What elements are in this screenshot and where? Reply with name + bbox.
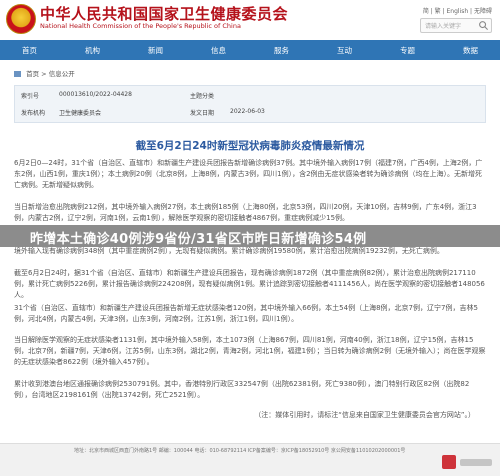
meta-index-value: 000013610/2022-04428	[59, 91, 132, 98]
national-emblem-icon	[6, 4, 36, 34]
meta-category-label: 主题分类	[190, 93, 215, 100]
article-paragraph-1: 6月2日0—24时，31个省（自治区、直辖市）和新疆生产建设兵团报告新增确诊病例…	[14, 159, 483, 189]
search-placeholder: 请输入关键字	[425, 23, 462, 30]
meta-date-value: 2022-06-03	[230, 108, 265, 115]
article-paragraph-2: 当日新增治愈出院病例212例，其中境外输入病例27例，本土病例185例（上海80…	[14, 203, 477, 222]
site-header: 中华人民共和国国家卫生健康委员会 National Health Commiss…	[0, 0, 500, 40]
nav-item-home[interactable]: 首页	[22, 45, 37, 56]
meta-publisher-label: 发布机构	[21, 110, 46, 117]
breadcrumb-current[interactable]: 信息公开	[49, 70, 75, 78]
meta-index-label: 索引号	[21, 93, 40, 100]
breadcrumb-separator: >	[41, 70, 47, 78]
nav-item-interaction[interactable]: 互动	[337, 45, 352, 56]
nav-item-info[interactable]: 信息	[211, 45, 226, 56]
article-title: 截至6月2日24时新型冠状病毒肺炎疫情最新情况	[135, 140, 365, 152]
breadcrumb-home[interactable]: 首页	[26, 70, 39, 78]
meta-date-label: 发文日期	[190, 110, 215, 117]
site-title[interactable]: 中华人民共和国国家卫生健康委员会	[40, 3, 288, 24]
home-icon	[14, 71, 21, 77]
article-paragraph-7: 累计收到港澳台地区通报确诊病例2530791例。其中，香港特别行政区332547…	[14, 380, 470, 399]
document-meta-table: 索引号 000013610/2022-04428 主题分类 发布机构 卫生健康委…	[14, 85, 486, 123]
nav-item-news[interactable]: 新闻	[148, 45, 163, 56]
nav-item-topics[interactable]: 专题	[400, 45, 415, 56]
site-subtitle: National Health Commission of the People…	[40, 22, 241, 30]
top-links[interactable]: 简 | 繁 | English | 无障碍	[423, 6, 492, 15]
article-paragraph-6: 当日解除医学观察的无症状感染者1131例，其中境外输入58例，本土1073例（上…	[14, 336, 486, 366]
article-paragraph-3: 境外输入现有确诊病例348例（其中重症病例2例），无现有疑似病例。累计确诊病例1…	[14, 247, 444, 255]
breadcrumb: 首页 > 信息公开	[14, 68, 75, 78]
watermark-logo-icon	[442, 455, 492, 469]
footer-text: 地址：北京市西城区西直门外南路1号 邮编：100044 电话：010-68792…	[74, 448, 406, 454]
nav-item-data[interactable]: 数据	[463, 45, 478, 56]
article-paragraph-4: 截至6月2日24时，据31个省（自治区、直辖市）和新疆生产建设兵团报告，现有确诊…	[14, 269, 485, 299]
meta-publisher-value: 卫生健康委员会	[59, 110, 102, 117]
nav-item-service[interactable]: 服务	[274, 45, 289, 56]
search-icon[interactable]	[478, 20, 489, 31]
headline-banner-text: 昨增本土确诊40例涉9省份/31省区市昨日新增确诊54例	[30, 232, 367, 247]
search-input[interactable]: 请输入关键字	[420, 18, 492, 33]
source-note: （注：媒体引用时，请标注“信息来自国家卫生健康委员会官方网站”。）	[254, 411, 475, 419]
main-nav: 首页 机构 新闻 信息 服务 互动 专题 数据	[0, 40, 500, 60]
article-paragraph-5: 31个省（自治区、直辖市）和新疆生产建设兵团报告新增无症状感染者120例，其中境…	[14, 304, 478, 323]
nav-item-organization[interactable]: 机构	[85, 45, 100, 56]
